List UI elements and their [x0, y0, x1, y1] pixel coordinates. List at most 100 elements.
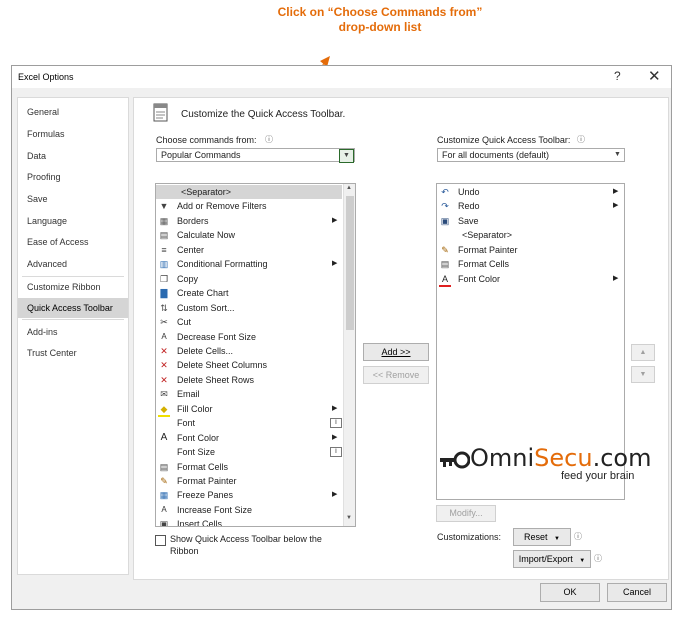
submenu-arrow-icon: ▶: [332, 216, 338, 224]
delete-columns-icon: ✕: [160, 360, 168, 371]
sidebar-item-data[interactable]: Data: [18, 146, 128, 166]
list-item-label: Redo: [458, 201, 480, 212]
email-icon: ✉: [160, 389, 168, 400]
commands-listbox[interactable]: <Separator> ▼ Add or Remove Filters ▦ Border…: [155, 183, 356, 527]
command-list-item[interactable]: ▼ Add or Remove Filters: [156, 199, 342, 213]
command-list-item[interactable]: A Increase Font Size: [156, 503, 342, 517]
command-list-item[interactable]: A Decrease Font Size: [156, 330, 342, 344]
command-list-item[interactable]: ❐ Copy: [156, 272, 342, 286]
sidebar-item-language[interactable]: Language: [18, 211, 128, 231]
scroll-up-icon[interactable]: ▲: [346, 185, 352, 191]
commands-scrollbar[interactable]: ▲ ▼: [343, 184, 355, 526]
chevron-down-icon[interactable]: ▼: [611, 149, 624, 161]
remove-button[interactable]: << Remove: [363, 366, 429, 384]
format-cells-icon: ▤: [440, 259, 450, 270]
toolbar-list-item[interactable]: ↶ Undo ▶: [437, 185, 624, 199]
add-button[interactable]: Add >>: [363, 343, 429, 361]
command-list-item[interactable]: A Font Color ▶: [156, 431, 342, 445]
chevron-down-icon: ▼: [579, 558, 586, 564]
command-list-item[interactable]: ✎ Format Painter: [156, 474, 342, 488]
toolbar-list-item[interactable]: ✎ Format Painter: [437, 243, 624, 257]
customize-toolbar-value: For all documents (default): [442, 150, 550, 160]
reset-button[interactable]: Reset ▼: [513, 528, 571, 546]
brand-logo: OmniSecu.com: [470, 444, 652, 472]
modify-button[interactable]: Modify...: [436, 505, 496, 522]
list-item-label: Custom Sort...: [177, 302, 235, 313]
command-list-item[interactable]: ▤ Calculate Now: [156, 228, 342, 242]
list-item-label: Format Painter: [177, 476, 237, 486]
command-list-item[interactable]: ◆ Fill Color ▶: [156, 402, 342, 417]
font-color-icon: A: [160, 431, 168, 443]
move-down-button[interactable]: ▼: [631, 366, 655, 383]
list-item-label: Conditional Formatting: [177, 259, 268, 270]
command-list-item[interactable]: ▦ Borders ▶: [156, 214, 342, 228]
conditional-formatting-icon: ▥: [159, 259, 169, 270]
import-export-button[interactable]: Import/Export ▼: [513, 550, 591, 568]
customize-toolbar-dropdown[interactable]: For all documents (default) ▼: [437, 148, 625, 162]
show-below-ribbon-checkbox[interactable]: [155, 535, 166, 546]
scrollbar-thumb[interactable]: [346, 196, 354, 330]
list-item-label: Save: [458, 215, 479, 226]
command-list-item[interactable]: Font Size I: [156, 445, 342, 459]
sidebar-item-add-ins[interactable]: Add-ins: [18, 322, 128, 342]
save-icon: ▣: [440, 215, 450, 226]
cancel-button[interactable]: Cancel: [607, 583, 667, 602]
sidebar-item-trust-center[interactable]: Trust Center: [18, 343, 128, 363]
annotation-line-1: Click on “Choose Commands from”: [277, 5, 483, 19]
list-item-label: Format Painter: [458, 244, 518, 255]
list-item-label: Copy: [177, 273, 199, 284]
toolbar-list-item[interactable]: ▣ Save: [437, 214, 624, 228]
list-item-label: Calculate Now: [177, 230, 236, 241]
submenu-arrow-icon: ▶: [613, 202, 619, 210]
sort-icon: ⇅: [160, 302, 168, 313]
sidebar-item-proofing[interactable]: Proofing: [18, 167, 128, 187]
chevron-down-icon: ▼: [554, 536, 560, 542]
list-item-label: Undo: [458, 187, 480, 197]
command-list-item[interactable]: ✕ Delete Cells...: [156, 344, 342, 358]
toolbar-list-item[interactable]: ↷ Redo ▶: [437, 199, 624, 213]
toolbar-list-item[interactable]: ▤ Format Cells: [437, 257, 624, 271]
command-list-item[interactable]: ✉ Email: [156, 387, 342, 401]
arrow-down-icon: ▼: [639, 371, 647, 378]
toolbar-list-item[interactable]: <Separator>: [437, 228, 624, 242]
command-list-item[interactable]: ≡ Center: [156, 243, 342, 257]
command-list-item[interactable]: <Separator>: [156, 185, 342, 199]
sidebar-item-advanced[interactable]: Advanced: [18, 254, 128, 274]
command-list-item[interactable]: ✕ Delete Sheet Rows: [156, 373, 342, 387]
list-item-label: Freeze Panes: [177, 490, 234, 501]
close-button[interactable]: ✕: [648, 67, 661, 85]
list-item-label: Font Color: [177, 432, 220, 443]
choose-commands-label: Choose commands from:: [156, 135, 257, 145]
command-list-item[interactable]: Font I: [156, 416, 342, 430]
submenu-arrow-icon: ▶: [332, 491, 338, 499]
command-list-item[interactable]: ✂ Cut: [156, 315, 342, 329]
ok-button[interactable]: OK: [540, 583, 600, 602]
sidebar-item-quick-access-toolbar[interactable]: Quick Access Toolbar: [18, 298, 128, 318]
list-item-label: Add or Remove Filters: [177, 201, 267, 212]
show-below-ribbon-label-2: Ribbon: [170, 546, 199, 556]
sidebar-item-formulas[interactable]: Formulas: [18, 124, 128, 144]
command-list-item[interactable]: ▤ Format Cells: [156, 460, 342, 474]
reset-button-label: Reset: [524, 532, 548, 542]
list-item-label: Center: [177, 244, 205, 255]
chevron-down-icon[interactable]: ▼: [339, 149, 354, 163]
filter-icon: ▼: [159, 201, 169, 212]
command-list-item[interactable]: ▣ Insert Cells...: [156, 517, 342, 526]
command-list-item[interactable]: ✕ Delete Sheet Columns: [156, 358, 342, 372]
sidebar-item-save[interactable]: Save: [18, 189, 128, 209]
toolbar-list-item[interactable]: A Font Color ▶: [437, 272, 624, 287]
scroll-down-icon[interactable]: ▼: [346, 515, 352, 521]
sidebar-item-customize-ribbon[interactable]: Customize Ribbon: [18, 277, 128, 297]
command-list-item[interactable]: ▥ Conditional Formatting ▶: [156, 257, 342, 271]
sidebar-item-ease-of-access[interactable]: Ease of Access: [18, 232, 128, 252]
list-item-label: <Separator>: [462, 230, 513, 241]
choose-commands-dropdown[interactable]: Popular Commands ▼: [156, 148, 355, 163]
command-list-item[interactable]: ⇅ Custom Sort...: [156, 301, 342, 315]
command-list-item[interactable]: ▦ Freeze Panes ▶: [156, 488, 342, 502]
submenu-arrow-icon: ▶: [613, 188, 619, 195]
help-button[interactable]: ?: [614, 69, 621, 83]
sidebar-item-general[interactable]: General: [18, 102, 128, 122]
command-list-item[interactable]: ▇ Create Chart: [156, 286, 342, 300]
move-up-button[interactable]: ▲: [631, 344, 655, 361]
scissors-icon: ✂: [160, 317, 168, 328]
